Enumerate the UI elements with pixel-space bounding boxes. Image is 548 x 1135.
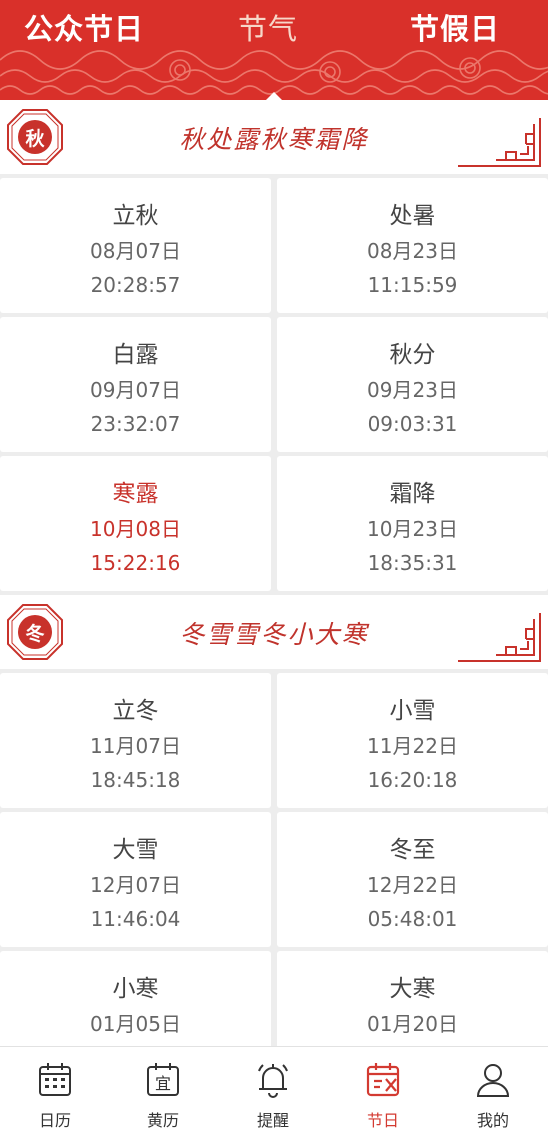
term-time: 20:28:57 <box>90 273 181 297</box>
nav-item-festival[interactable]: 节日 <box>328 1047 438 1135</box>
nav-item-profile[interactable]: 我的 <box>438 1047 548 1135</box>
term-date: 01月05日 <box>90 1012 181 1036</box>
nav-item-almanac[interactable]: 宜 黄历 <box>108 1047 218 1135</box>
solar-term-card[interactable]: 小雪 11月22日 16:20:18 <box>277 673 548 808</box>
bell-icon <box>258 1064 288 1098</box>
term-name: 小寒 <box>112 976 159 1002</box>
solar-term-card[interactable]: 冬至 12月22日 05:48:01 <box>277 812 548 947</box>
almanac-icon: 宜 <box>147 1063 179 1096</box>
term-date: 12月22日 <box>367 873 458 897</box>
term-date: 11月22日 <box>367 734 458 758</box>
svg-text:宜: 宜 <box>155 1074 171 1093</box>
tab-solar-terms[interactable]: 节气 <box>238 6 298 48</box>
term-date: 01月20日 <box>367 1012 458 1036</box>
term-date: 10月23日 <box>367 517 458 541</box>
bottom-nav: 日历 宜 黄历 提醒 节日 我的 <box>0 1046 548 1135</box>
term-time: 05:48:01 <box>367 907 458 931</box>
solar-term-card[interactable]: 大雪 12月07日 11:46:04 <box>0 812 271 947</box>
top-header: 公众节日 节气 节假日 <box>0 0 548 100</box>
section-autumn: 秋 秋处露秋寒霜降 立秋 08月07日 20:28:57 处暑 08月23日 11:15… <box>0 100 548 591</box>
solar-term-card-current[interactable]: 寒露 10月08日 15:22:16 <box>0 456 271 591</box>
solar-term-card[interactable]: 霜降 10月23日 18:35:31 <box>277 456 548 591</box>
festival-calendar-icon <box>366 1063 400 1097</box>
term-time: 18:45:18 <box>90 768 181 792</box>
term-time: 23:32:07 <box>90 412 181 436</box>
term-date: 09月23日 <box>367 378 458 402</box>
solar-term-grid: 立冬 11月07日 18:45:18 小雪 11月22日 16:20:18 大雪 12月0… <box>0 669 548 1086</box>
term-date: 10月08日 <box>90 517 181 541</box>
term-time: 09:03:31 <box>367 412 458 436</box>
term-name: 冬至 <box>389 837 436 863</box>
term-date: 11月07日 <box>90 734 181 758</box>
nav-label: 日历 <box>38 1111 71 1130</box>
solar-term-card[interactable]: 白露 09月07日 23:32:07 <box>0 317 271 452</box>
solar-term-card[interactable]: 立冬 11月07日 18:45:18 <box>0 673 271 808</box>
nav-label: 黄历 <box>146 1111 179 1130</box>
calendar-grid-icon <box>39 1063 71 1096</box>
nav-label: 节日 <box>366 1111 399 1130</box>
section-header: 秋 秋处露秋寒霜降 <box>0 100 548 174</box>
term-time: 11:46:04 <box>90 907 181 931</box>
user-icon <box>476 1064 510 1097</box>
nav-label: 我的 <box>476 1111 509 1130</box>
corner-ornament-decoration <box>458 613 541 662</box>
term-date: 08月07日 <box>90 239 181 263</box>
term-name: 秋分 <box>389 342 436 368</box>
term-date: 08月23日 <box>367 239 458 263</box>
term-name: 立冬 <box>112 698 159 724</box>
tab-public-festivals[interactable]: 公众节日 <box>24 6 144 48</box>
section-winter: 冬 冬雪雪冬小大寒 立冬 11月07日 18:45:18 小雪 11月22日 16:20… <box>0 595 548 1086</box>
term-name: 霜降 <box>389 481 436 507</box>
nav-item-reminder[interactable]: 提醒 <box>218 1047 328 1135</box>
term-name: 小雪 <box>389 698 436 724</box>
term-time: 18:35:31 <box>367 551 458 575</box>
section-header: 冬 冬雪雪冬小大寒 <box>0 595 548 669</box>
term-name: 处暑 <box>389 203 436 229</box>
term-name: 立秋 <box>112 203 159 229</box>
active-tab-indicator <box>266 92 282 100</box>
term-name: 寒露 <box>112 481 159 507</box>
nav-item-calendar[interactable]: 日历 <box>0 1047 110 1135</box>
term-time: 15:22:16 <box>90 551 181 575</box>
solar-term-card[interactable]: 立秋 08月07日 20:28:57 <box>0 178 271 313</box>
solar-term-grid: 立秋 08月07日 20:28:57 处暑 08月23日 11:15:59 白露 09月0… <box>0 174 548 591</box>
tab-holidays[interactable]: 节假日 <box>410 6 500 48</box>
nav-label: 提醒 <box>256 1111 289 1130</box>
term-name: 大寒 <box>389 976 436 1002</box>
term-date: 09月07日 <box>90 378 181 402</box>
corner-ornament-decoration <box>458 118 541 167</box>
solar-term-card[interactable]: 秋分 09月23日 09:03:31 <box>277 317 548 452</box>
term-time: 16:20:18 <box>367 768 458 792</box>
term-date: 12月07日 <box>90 873 181 897</box>
term-name: 大雪 <box>112 837 159 863</box>
term-name: 白露 <box>112 342 159 368</box>
term-time: 11:15:59 <box>367 273 458 297</box>
solar-term-card[interactable]: 处暑 08月23日 11:15:59 <box>277 178 548 313</box>
